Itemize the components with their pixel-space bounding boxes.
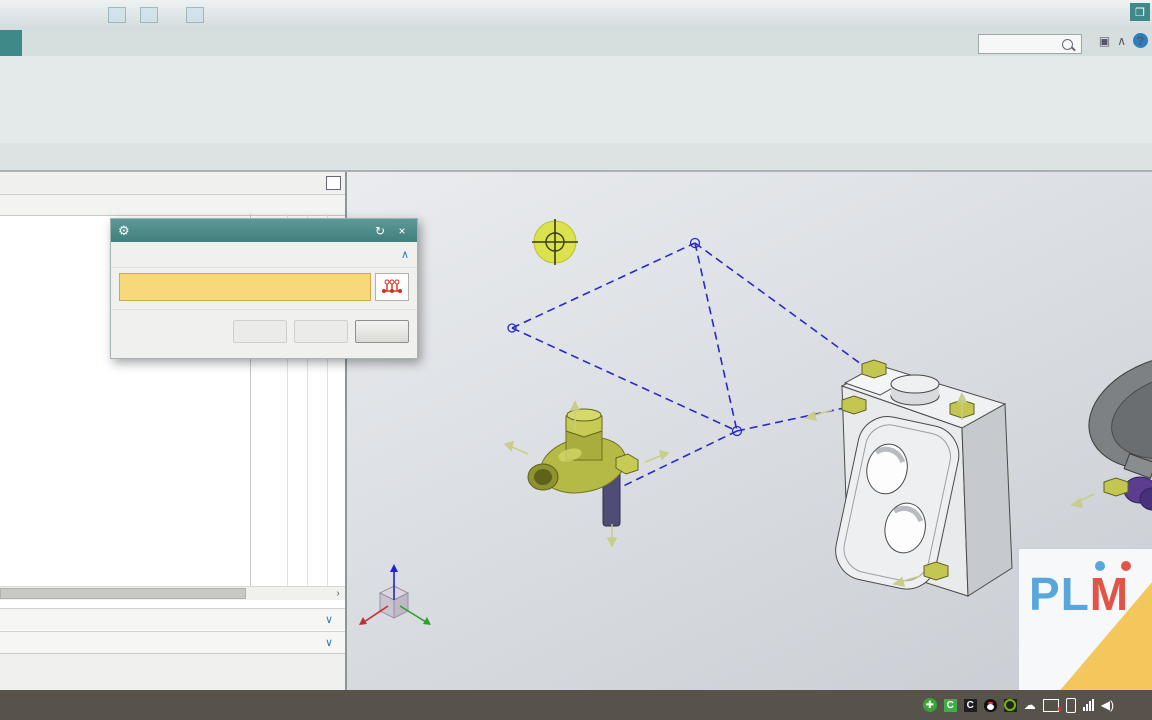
- apply-button[interactable]: [294, 320, 348, 343]
- tray-c-icon[interactable]: C: [963, 698, 977, 712]
- ribbon: [0, 56, 1152, 144]
- search-input[interactable]: [982, 37, 1062, 51]
- booster-component[interactable]: [1075, 336, 1152, 511]
- tray-nvidia-icon[interactable]: [1003, 698, 1017, 712]
- tray-cloud-icon[interactable]: ☁: [1024, 698, 1036, 712]
- valve-component[interactable]: [527, 408, 639, 527]
- minimize-ribbon-icon[interactable]: ∧: [1117, 34, 1126, 48]
- chevron-down-icon[interactable]: ∨: [325, 613, 341, 626]
- gear-icon: ⚙: [118, 222, 130, 238]
- view-triad[interactable]: [359, 564, 431, 625]
- tray-network-error-icon[interactable]: ×: [1042, 698, 1062, 714]
- dialog-title-bar[interactable]: ⚙ ↻ ×: [111, 219, 417, 242]
- logo-dot-blue: [1095, 561, 1105, 571]
- tray-green-plus-icon[interactable]: ✚: [922, 698, 937, 712]
- tray-volume-icon[interactable]: ◀): [1101, 698, 1114, 712]
- routing-object-info-dialog: ⚙ ↻ × ∧: [110, 218, 418, 359]
- search-icon[interactable]: [1062, 38, 1073, 50]
- undo-icon[interactable]: [140, 7, 158, 23]
- horizontal-scrollbar[interactable]: ›: [0, 586, 345, 600]
- selection-toolbar: [0, 143, 1152, 172]
- cancel-button[interactable]: [355, 320, 409, 343]
- file-menu-corner[interactable]: [0, 30, 22, 56]
- preview-section-header[interactable]: ∨: [0, 608, 345, 630]
- panel-layout-icon[interactable]: ▣: [1099, 34, 1110, 48]
- select-routing-objects-field[interactable]: [119, 273, 371, 301]
- path-vertex-points[interactable]: [507, 237, 743, 437]
- selection-ball-cursor[interactable]: [532, 219, 578, 265]
- title-bar: ❐: [0, 0, 1152, 31]
- tray-battery-icon[interactable]: [1065, 697, 1076, 713]
- reservoir-block-component[interactable]: [830, 359, 1013, 597]
- tray-qq-icon[interactable]: [983, 698, 997, 712]
- logo-dot-red: [1121, 561, 1131, 571]
- navigator-bottom-strip: [0, 653, 345, 691]
- tray-signal-icon[interactable]: [1082, 699, 1094, 711]
- dialog-section-header[interactable]: ∧: [111, 242, 417, 268]
- main-area: PLM ▲: [0, 172, 1152, 692]
- save-icon[interactable]: [108, 7, 126, 23]
- scroll-right-arrow-icon[interactable]: ›: [331, 587, 345, 600]
- panel-restore-icon[interactable]: [326, 176, 341, 190]
- chevron-up-icon[interactable]: ∧: [401, 248, 409, 261]
- chevron-down-icon[interactable]: ∨: [325, 636, 341, 649]
- windows-taskbar: ✚ C C ☁ × ◀): [0, 690, 1152, 720]
- ok-button[interactable]: [233, 320, 287, 343]
- tray-camtasia-icon[interactable]: C: [943, 698, 957, 712]
- dialog-reset-icon[interactable]: ↻: [372, 224, 388, 238]
- dialog-close-icon[interactable]: ×: [394, 224, 410, 238]
- window-restore-icon[interactable]: ❐: [1130, 3, 1150, 21]
- navigator-column-header[interactable]: ▲: [0, 195, 345, 216]
- plmhome-watermark: PLM: [1018, 548, 1152, 692]
- navigator-title-bar: [0, 172, 345, 195]
- select-objects-icon[interactable]: [375, 273, 409, 301]
- nx-application-window: ❐ ▣ ∧ ? PLM › ∨ ∨ ⚙ ↻ × ∧ ✚ C C ☁ × ◀): [0, 0, 1152, 720]
- command-search-box[interactable]: [978, 34, 1082, 54]
- dependencies-section-header[interactable]: ∨: [0, 631, 345, 653]
- system-tray: ✚ C C ☁ × ◀): [922, 697, 1152, 714]
- sort-ascending-icon[interactable]: ▲: [0, 201, 1, 210]
- help-icon[interactable]: ?: [1133, 33, 1148, 48]
- scrollbar-thumb[interactable]: [0, 588, 246, 599]
- window-icon[interactable]: [186, 7, 204, 23]
- ribbon-right-icons: ▣ ∧ ?: [1099, 33, 1148, 48]
- watermark-logo-text: PLM: [1029, 568, 1130, 620]
- quick-access-toolbar: [108, 7, 204, 23]
